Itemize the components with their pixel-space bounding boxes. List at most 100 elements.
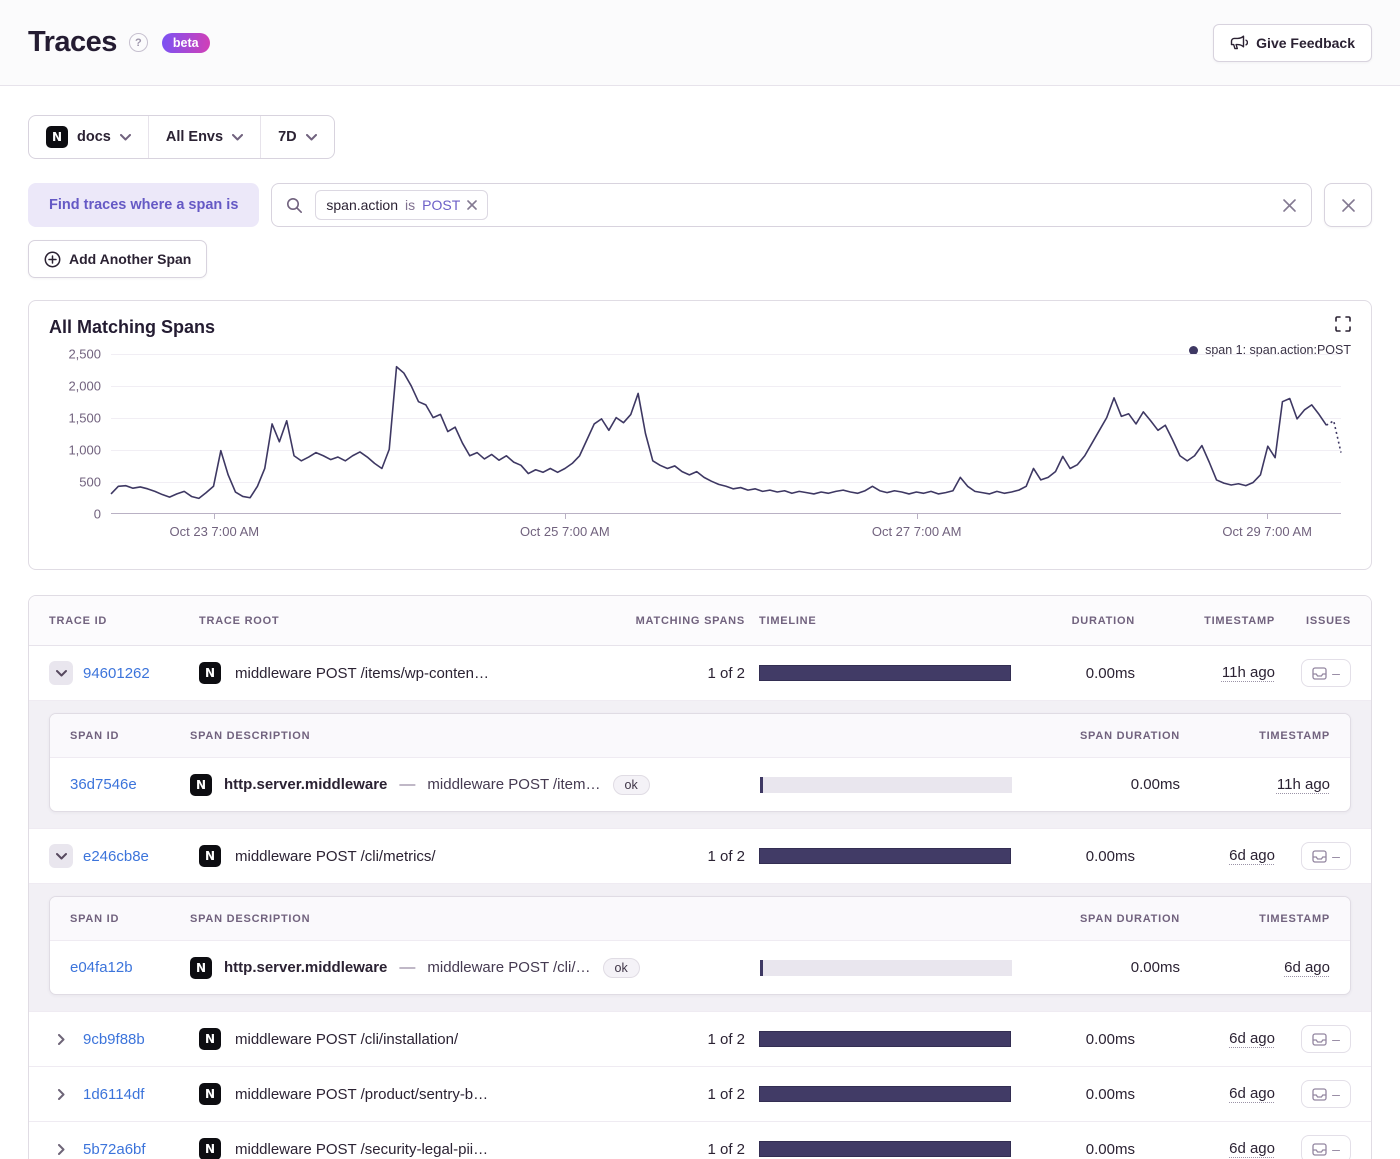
timeline-bar: [759, 1031, 1011, 1047]
span-duration-value: 0.00ms: [1130, 776, 1180, 793]
header-span-timestamp: Timestamp: [1259, 729, 1330, 742]
matching-spans-count: 1 of 2: [707, 1085, 745, 1103]
y-axis-tick-label: 0: [93, 506, 101, 522]
clear-search-button[interactable]: [1282, 198, 1297, 213]
x-axis-tick-label: Oct 25 7:00 AM: [520, 524, 610, 539]
timestamp-link[interactable]: 6d ago: [1229, 1140, 1275, 1157]
chevron-down-icon: [305, 133, 317, 140]
span-status-badge: ok: [612, 774, 650, 795]
environment-selector[interactable]: All Envs: [147, 116, 260, 158]
issues-indicator[interactable]: –: [1301, 1080, 1351, 1108]
filter-token[interactable]: span.action is POST: [315, 190, 489, 220]
chevron-right-icon: [57, 1143, 64, 1155]
inbox-icon: [1312, 1087, 1327, 1101]
timestamp-link[interactable]: 11h ago: [1222, 664, 1275, 681]
trace-id-link[interactable]: 1d6114df: [83, 1086, 144, 1103]
table-row[interactable]: e246cb8e N middleware POST /cli/metrics/…: [29, 829, 1371, 884]
x-axis-tick-label: Oct 29 7:00 AM: [1222, 524, 1312, 539]
issues-empty-dash: –: [1332, 848, 1340, 864]
issues-empty-dash: –: [1332, 1141, 1340, 1157]
timeline-bar: [759, 848, 1011, 864]
issues-indicator[interactable]: –: [1301, 1025, 1351, 1053]
token-key: span.action: [326, 197, 398, 213]
issues-indicator[interactable]: –: [1301, 842, 1351, 870]
x-axis-tick-label: Oct 23 7:00 AM: [169, 524, 260, 539]
trace-root-label: middleware POST /items/wp-conten…: [235, 664, 489, 682]
span-timeline-track: [763, 776, 1012, 793]
header-timestamp: Timestamp: [1204, 614, 1275, 627]
timestamp-link[interactable]: 6d ago: [1229, 1085, 1275, 1102]
separator-dash: —: [399, 958, 416, 976]
trace-id-link[interactable]: e246cb8e: [83, 848, 149, 865]
give-feedback-button[interactable]: Give Feedback: [1213, 23, 1372, 62]
duration-value: 0.00ms: [1085, 847, 1135, 865]
span-row[interactable]: 36d7546e N http.server.middleware — midd…: [50, 758, 1350, 811]
matching-spans-count: 1 of 2: [707, 1140, 745, 1158]
expand-row-button[interactable]: [49, 1137, 73, 1159]
header-span-timestamp: Timestamp: [1259, 912, 1330, 925]
x-axis-tick-mark: [916, 514, 918, 519]
add-another-span-button[interactable]: Add Another Span: [28, 240, 208, 278]
remove-token-icon[interactable]: [467, 200, 478, 210]
span-search-input[interactable]: span.action is POST: [271, 183, 1312, 227]
date-range-label: 7D: [278, 129, 297, 145]
y-axis-tick-label: 1,500: [68, 410, 101, 426]
header-span-id: Span ID: [70, 729, 120, 742]
search-icon: [287, 197, 303, 213]
timestamp-link[interactable]: 6d ago: [1229, 847, 1275, 864]
collapse-row-button[interactable]: [49, 844, 73, 868]
nextjs-project-icon: N: [46, 126, 68, 148]
nextjs-project-icon: N: [190, 773, 212, 796]
table-row[interactable]: 5b72a6bf N middleware POST /security-leg…: [29, 1122, 1371, 1159]
span-timestamp-link[interactable]: 6d ago: [1284, 959, 1330, 976]
table-row[interactable]: 1d6114df N middleware POST /product/sent…: [29, 1067, 1371, 1122]
expand-row-button[interactable]: [49, 1082, 73, 1106]
chevron-down-icon: [55, 852, 67, 859]
help-icon[interactable]: ?: [128, 33, 148, 52]
trace-root-label: middleware POST /security-legal-pii…: [235, 1140, 489, 1158]
span-timestamp-link[interactable]: 11h ago: [1277, 776, 1330, 793]
header-timeline: Timeline: [759, 614, 817, 627]
span-id-link[interactable]: 36d7546e: [70, 776, 190, 793]
date-range-selector[interactable]: 7D: [260, 116, 334, 158]
chevron-right-icon: [57, 1088, 64, 1100]
y-axis-tick-label: 2,500: [68, 346, 101, 362]
collapse-row-button[interactable]: [49, 661, 73, 685]
span-row[interactable]: e04fa12b N http.server.middleware — midd…: [50, 941, 1350, 994]
chart-title: All Matching Spans: [49, 317, 216, 337]
environment-selector-label: All Envs: [165, 129, 224, 145]
span-table-header-row: Span ID Span Description Span Duration T…: [50, 714, 1350, 758]
trace-root-label: middleware POST /cli/installation/: [235, 1030, 459, 1048]
timestamp-link[interactable]: 6d ago: [1229, 1030, 1275, 1047]
delete-span-filter-button[interactable]: [1324, 183, 1372, 227]
span-id-link[interactable]: e04fa12b: [70, 959, 190, 976]
table-row[interactable]: 9cb9f88b N middleware POST /cli/installa…: [29, 1012, 1371, 1067]
chevron-down-icon: [119, 133, 131, 140]
token-operator: is: [405, 197, 416, 213]
span-timeline-track: [763, 959, 1012, 976]
span-timeline: [760, 959, 1040, 976]
project-selector[interactable]: N docs: [29, 116, 148, 158]
issues-indicator[interactable]: –: [1301, 659, 1351, 687]
header-issues: Issues: [1306, 614, 1351, 627]
span-status-badge: ok: [602, 957, 640, 978]
series-line-dashed-tail: [1326, 421, 1341, 453]
expand-chart-button[interactable]: [1335, 316, 1351, 332]
x-axis-tick-mark: [564, 514, 566, 519]
span-description-label: middleware POST /cli/…: [427, 959, 591, 976]
trace-id-link[interactable]: 94601262: [83, 665, 150, 682]
span-op-label: http.server.middleware: [224, 959, 388, 976]
expand-row-button[interactable]: [49, 1027, 73, 1051]
trace-id-link[interactable]: 9cb9f88b: [83, 1031, 145, 1048]
nextjs-project-icon: N: [199, 662, 221, 684]
span-description-label: middleware POST /item…: [427, 776, 601, 793]
table-row[interactable]: 94601262 N middleware POST /items/wp-con…: [29, 646, 1371, 701]
x-axis-tick-mark: [1267, 514, 1269, 519]
find-traces-label: Find traces where a span is: [28, 183, 260, 227]
trace-id-link[interactable]: 5b72a6bf: [83, 1141, 146, 1158]
y-axis-tick-label: 500: [79, 474, 101, 490]
x-axis-tick-label: Oct 27 7:00 AM: [871, 524, 962, 539]
issues-indicator[interactable]: –: [1301, 1135, 1351, 1159]
chart-line-svg: [111, 354, 1341, 513]
y-axis-tick-label: 2,000: [68, 378, 101, 394]
